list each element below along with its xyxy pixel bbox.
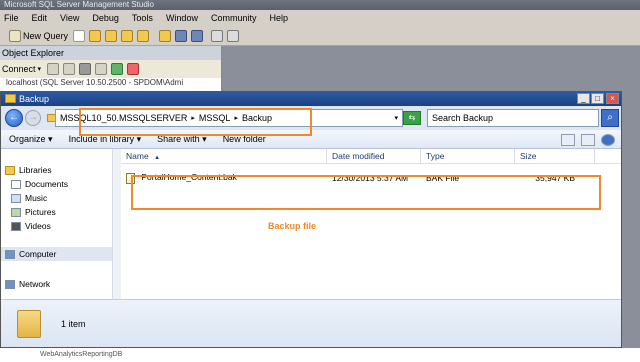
search-input[interactable]: Search Backup	[427, 109, 599, 127]
object-explorer-toolbar: Connect ▾	[0, 60, 221, 78]
ssms-tree-remnant: WebAnalyticsReportingDB	[0, 348, 640, 362]
menu-edit[interactable]: Edit	[32, 13, 48, 23]
database-query-icon[interactable]	[89, 29, 102, 42]
refresh-icon[interactable]: ⇆	[403, 111, 421, 125]
nav-documents[interactable]: Documents	[1, 177, 120, 191]
address-highlight-box	[79, 108, 312, 136]
menu-community[interactable]: Community	[211, 13, 257, 23]
nav-computer[interactable]: Computer	[1, 247, 112, 261]
ssms-title-bar: Microsoft SQL Server Management Studio	[0, 0, 640, 10]
file-list: Name ▲ Date modified Type Size PortalHom…	[121, 148, 621, 299]
stop-icon[interactable]	[79, 63, 92, 75]
column-header-type[interactable]: Type	[421, 148, 515, 164]
refresh-icon[interactable]	[111, 63, 124, 75]
column-header-name[interactable]: Name ▲	[121, 148, 327, 164]
server-node[interactable]: localhost (SQL Server 10.50.2500 - SPDOM…	[0, 78, 221, 88]
chevron-down-icon[interactable]: ▾	[38, 65, 42, 73]
ssms-menu-bar: File Edit View Debug Tools Window Commun…	[0, 10, 640, 26]
chevron-down-icon[interactable]: ▾	[394, 114, 398, 122]
menu-file[interactable]: File	[4, 13, 19, 23]
save-all-icon[interactable]	[191, 29, 204, 42]
mdx-query-icon[interactable]	[121, 29, 134, 42]
nav-scrollbar[interactable]	[112, 149, 121, 299]
item-count: 1 item	[61, 318, 86, 329]
documents-icon	[11, 179, 21, 189]
preview-pane-icon[interactable]	[581, 134, 595, 146]
object-explorer-title: Object Explorer	[0, 46, 221, 60]
music-icon	[11, 193, 21, 203]
menu-help[interactable]: Help	[269, 13, 288, 23]
xmla-query-icon[interactable]	[137, 29, 150, 42]
disconnect-icon[interactable]	[63, 63, 76, 75]
nav-pictures[interactable]: Pictures	[1, 205, 120, 219]
libraries-icon	[5, 165, 15, 175]
menu-view[interactable]: View	[60, 13, 79, 23]
new-query-button[interactable]: New Query	[4, 28, 71, 44]
minimize-button[interactable]: _	[577, 93, 590, 104]
new-file-icon[interactable]	[73, 29, 86, 42]
folder-icon	[17, 309, 41, 338]
folder-icon	[5, 94, 16, 103]
column-headers: Name ▲ Date modified Type Size	[121, 148, 621, 164]
view-options-icon[interactable]	[561, 134, 575, 146]
nav-music[interactable]: Music	[1, 191, 120, 205]
computer-icon	[5, 249, 15, 259]
navigation-pane: Libraries Documents Music Pictures Video…	[1, 149, 121, 299]
connect-icon[interactable]	[47, 63, 60, 75]
new-query-icon	[9, 29, 21, 42]
sort-up-icon: ▲	[154, 154, 161, 161]
nav-videos[interactable]: Videos	[1, 219, 120, 233]
close-button[interactable]: ×	[606, 93, 619, 104]
videos-icon	[11, 221, 21, 231]
print-icon[interactable]	[211, 29, 224, 42]
menu-debug[interactable]: Debug	[92, 13, 119, 23]
organize-button[interactable]: Organize ▾	[9, 134, 53, 145]
save-icon[interactable]	[175, 29, 188, 42]
file-highlight-box	[131, 175, 601, 210]
menu-window[interactable]: Window	[166, 13, 198, 23]
forward-arrow-icon[interactable]: →	[25, 110, 41, 126]
help-icon[interactable]	[601, 134, 615, 146]
close-pane-icon[interactable]	[127, 63, 140, 75]
nav-network[interactable]: Network	[1, 277, 120, 291]
search-icon[interactable]: ⌕	[601, 109, 619, 127]
view-controls	[555, 134, 615, 146]
ssms-toolbar: New Query	[0, 26, 640, 46]
column-header-size[interactable]: Size	[515, 148, 595, 164]
network-icon	[5, 279, 15, 289]
menu-tools[interactable]: Tools	[132, 13, 153, 23]
filter-icon[interactable]	[95, 63, 108, 75]
connect-button[interactable]: Connect	[2, 64, 36, 74]
analysis-query-icon[interactable]	[105, 29, 118, 42]
back-arrow-icon[interactable]: ←	[5, 109, 23, 127]
open-folder-icon[interactable]	[159, 29, 172, 42]
activity-monitor-icon[interactable]	[227, 29, 240, 42]
backup-file-annotation: Backup file	[268, 221, 317, 231]
explorer-title-bar: Backup _ □ ×	[1, 92, 621, 106]
maximize-button[interactable]: □	[591, 93, 604, 104]
details-pane: 1 item	[1, 299, 621, 347]
pictures-icon	[11, 207, 21, 217]
nav-libraries[interactable]: Libraries	[1, 163, 120, 177]
column-header-date-modified[interactable]: Date modified	[327, 148, 421, 164]
